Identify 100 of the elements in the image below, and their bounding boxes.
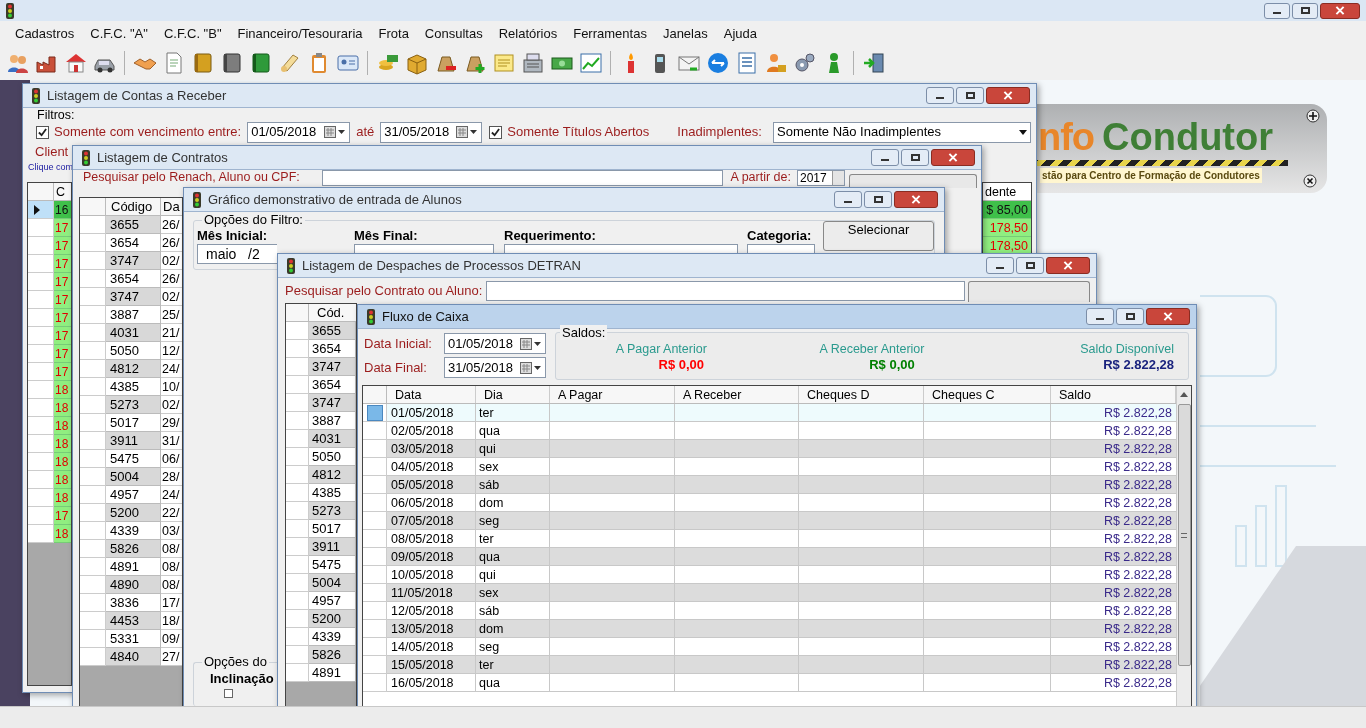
table-cell: 18 <box>54 435 71 453</box>
date-field[interactable]: 01/05/2018 <box>247 121 351 143</box>
search-field[interactable] <box>486 281 966 301</box>
table-cell: 18 <box>54 453 71 471</box>
search-label: Pesquisar pelo Contrato ou Aluno: <box>285 282 483 300</box>
table-cell: 4890 <box>106 576 161 594</box>
field-label: Data Inicial: <box>364 334 433 353</box>
table-cell: 5826 <box>309 646 356 664</box>
text-field[interactable] <box>504 244 738 253</box>
table-cell: 4840 <box>106 648 161 666</box>
table-cell: qua <box>476 674 550 692</box>
scrollbar-thumb[interactable] <box>1177 404 1191 666</box>
close-button[interactable] <box>986 87 1030 104</box>
menu-item[interactable]: Ajuda <box>715 23 765 44</box>
maximize-button[interactable] <box>956 87 984 104</box>
menu-item[interactable]: Janelas <box>654 23 716 44</box>
table-cell: 4812 <box>106 360 161 378</box>
minimize-button[interactable] <box>1264 2 1290 19</box>
field-label: A partir de: <box>730 170 791 185</box>
maximize-button[interactable] <box>864 191 892 208</box>
checkbox-label: Somente com vencimento entre: <box>54 123 242 142</box>
table-cell: 17 <box>54 219 71 237</box>
close-button[interactable] <box>1046 257 1090 274</box>
window-title-bar[interactable]: Listagem de Despaches de Processos DETRAN <box>278 254 1096 278</box>
select-company-button[interactable]: Selecionar <box>823 221 934 251</box>
table-cell: 18 <box>54 399 71 417</box>
menu-item[interactable]: Ferramentas <box>565 23 655 44</box>
checkbox[interactable] <box>489 125 503 139</box>
checkbox[interactable] <box>224 689 233 698</box>
traffic-light-icon <box>6 2 14 19</box>
minimize-button[interactable] <box>986 257 1014 274</box>
minimize-button[interactable] <box>926 87 954 104</box>
minimize-button[interactable] <box>871 149 899 166</box>
arrows-icon[interactable] <box>705 50 730 75</box>
month-field[interactable]: maio /2 <box>197 244 277 264</box>
search-field[interactable] <box>321 170 723 186</box>
column-header: Dia <box>476 386 550 403</box>
menu-item[interactable]: Cadastros <box>7 23 83 44</box>
table-cell: 18 <box>54 381 71 399</box>
logo-text: Condutor <box>1102 118 1274 156</box>
field-label: Mês Inicial: <box>197 228 269 243</box>
table-cell: 27/ <box>161 648 182 666</box>
calendar-icon[interactable] <box>520 337 542 350</box>
column-header: Cheques C <box>924 386 1051 403</box>
close-button[interactable] <box>931 149 975 166</box>
checkbox[interactable] <box>36 125 49 139</box>
menu-item[interactable]: Consultas <box>416 23 491 44</box>
window-title-bar[interactable]: Listagem de Contas a Receber <box>23 84 1036 108</box>
plus-icon[interactable] <box>1306 109 1320 123</box>
calendar-icon[interactable] <box>456 126 479 138</box>
scrollbar[interactable] <box>1176 386 1191 706</box>
close-button[interactable] <box>1320 2 1360 19</box>
window-title-bar[interactable]: Fluxo de Caixa <box>358 305 1196 329</box>
column-header: dente <box>983 183 1031 201</box>
table-cell: 5475 <box>106 450 161 468</box>
balance-label: Saldo Disponível <box>1080 341 1174 357</box>
caret-icon <box>1019 129 1027 135</box>
table-cell: 17 <box>54 273 71 291</box>
calendar-icon[interactable] <box>324 126 347 138</box>
calendar-icon[interactable] <box>520 361 542 374</box>
table-cell: $ 85,00 <box>983 201 1031 219</box>
minimize-button[interactable] <box>834 191 862 208</box>
gears-icon[interactable] <box>792 50 817 75</box>
date-field[interactable]: 01/05/2018 <box>444 333 546 354</box>
close-button[interactable] <box>1146 308 1190 325</box>
maximize-button[interactable] <box>901 149 929 166</box>
maximize-button[interactable] <box>1016 257 1044 274</box>
menu-item[interactable]: Frota <box>370 23 417 44</box>
window-title-bar[interactable]: Listagem de Contratos <box>73 146 981 170</box>
table-cell: 5475 <box>309 556 356 574</box>
date-field[interactable]: 31/05/2018 <box>444 357 546 378</box>
maximize-button[interactable] <box>1292 2 1318 19</box>
cash-register-icon[interactable] <box>520 50 545 75</box>
close-button[interactable] <box>894 191 938 208</box>
text-field[interactable] <box>354 244 494 253</box>
row-header[interactable] <box>28 201 54 219</box>
dropdown[interactable]: Somente Não Inadimplentes <box>773 121 1031 143</box>
traffic-light-icon <box>82 149 90 166</box>
table-cell: 5273 <box>309 502 356 520</box>
text-field[interactable] <box>747 244 815 253</box>
include-button[interactable] <box>968 281 1090 302</box>
close-icon[interactable] <box>1303 174 1317 188</box>
checkmark-icon <box>38 127 47 137</box>
menu-item[interactable]: C.F.C. "B" <box>155 23 230 44</box>
exit-icon[interactable] <box>861 50 886 75</box>
window-title: Listagem de Despaches de Processos DETRAN <box>302 256 581 275</box>
maximize-button[interactable] <box>1116 308 1144 325</box>
minimize-button[interactable] <box>1086 308 1114 325</box>
checkbox-label: Somente Títulos Abertos <box>507 123 650 142</box>
menu-item[interactable]: Financeiro/Tesouraria <box>229 23 371 44</box>
table-cell: 4385 <box>309 484 356 502</box>
table-cell: 5200 <box>309 610 356 628</box>
menu-item[interactable]: C.F.C. "A" <box>82 23 156 44</box>
table-cell: 17 <box>54 363 71 381</box>
year-spinner[interactable]: 2017 <box>797 170 845 186</box>
menu-item[interactable]: Relatórios <box>490 23 566 44</box>
chart-icon[interactable] <box>578 50 603 75</box>
date-field[interactable]: 31/05/2018 <box>380 121 483 143</box>
scroll-up-icon[interactable] <box>1180 392 1188 397</box>
window-title-bar[interactable]: Gráfico demonstrativo de entrada de Alunos <box>184 188 944 212</box>
